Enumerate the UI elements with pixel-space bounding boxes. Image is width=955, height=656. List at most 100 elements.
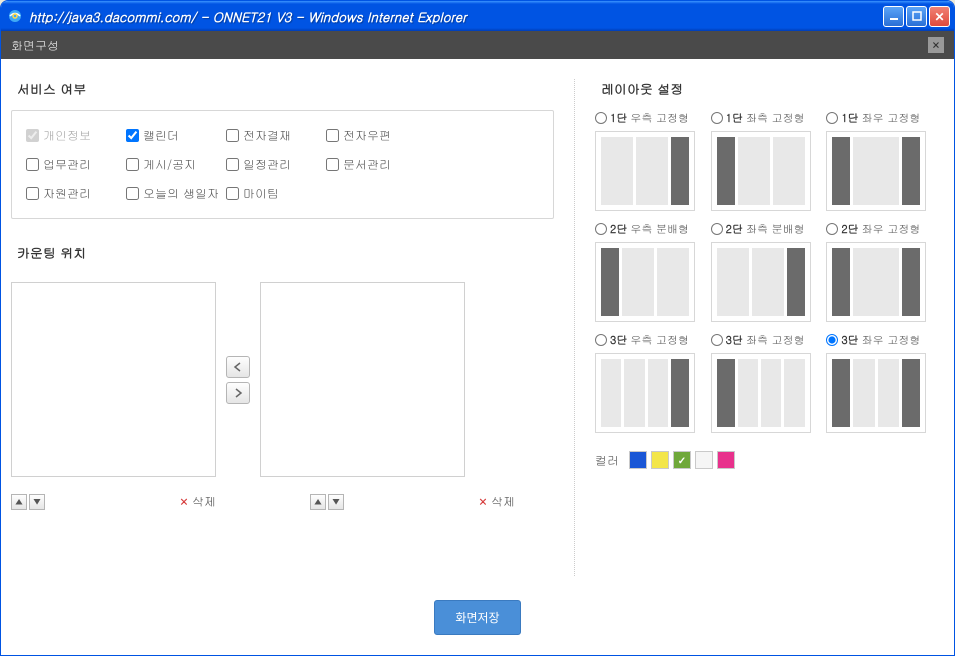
- layout-label-rest: 좌측 고정형: [746, 111, 805, 126]
- layout-radio[interactable]: [826, 112, 838, 124]
- layout-option[interactable]: 2단 좌우 고정형: [826, 221, 934, 322]
- layout-radio[interactable]: [595, 112, 607, 124]
- layout-label-bold: 1단: [726, 111, 743, 126]
- save-button[interactable]: 화면저장: [434, 600, 520, 635]
- service-checkbox[interactable]: [226, 129, 239, 142]
- layout-section-title: 레이아웃 설정: [595, 79, 934, 98]
- layout-label-rest: 우측 고정형: [630, 111, 689, 126]
- service-checkbox-item[interactable]: 개인정보: [26, 127, 126, 144]
- minimize-button[interactable]: [883, 6, 904, 27]
- layout-radio[interactable]: [826, 334, 838, 346]
- layout-label-rest: 우측 고정형: [630, 333, 689, 348]
- layout-preview: [711, 242, 811, 322]
- layout-label-bold: 3단: [610, 333, 627, 348]
- color-label: 컬러: [595, 452, 619, 469]
- service-label: 자원관리: [43, 185, 91, 202]
- service-checkbox[interactable]: [226, 187, 239, 200]
- service-label: 일정관리: [243, 156, 291, 173]
- service-label: 전자결재: [243, 127, 291, 144]
- layout-option[interactable]: 1단 좌측 고정형: [711, 110, 819, 211]
- maximize-button[interactable]: [906, 6, 927, 27]
- color-swatch[interactable]: [629, 451, 647, 469]
- service-checkbox[interactable]: [26, 158, 39, 171]
- layout-label-rest: 좌측 분배형: [746, 222, 805, 237]
- layout-label-rest: 우측 분배형: [630, 222, 689, 237]
- layout-radio[interactable]: [595, 223, 607, 235]
- left-move-down-button[interactable]: ▼: [29, 494, 45, 510]
- layout-label-bold: 2단: [841, 222, 858, 237]
- layout-radio[interactable]: [826, 223, 838, 235]
- counting-section-title: 카운팅 위치: [11, 243, 554, 262]
- service-checkbox[interactable]: [26, 187, 39, 200]
- service-checkbox[interactable]: [126, 129, 139, 142]
- layout-label-bold: 3단: [726, 333, 743, 348]
- service-checkbox[interactable]: [126, 187, 139, 200]
- delete-x-icon: ×: [179, 493, 189, 510]
- right-move-up-button[interactable]: ▲: [310, 494, 326, 510]
- service-checkbox-item[interactable]: 전자우편: [326, 127, 426, 144]
- ie-icon: [7, 8, 23, 24]
- right-move-down-button[interactable]: ▼: [328, 494, 344, 510]
- service-label: 게시/공지: [143, 156, 196, 173]
- left-move-up-button[interactable]: ▲: [11, 494, 27, 510]
- layout-option[interactable]: 1단 우측 고정형: [595, 110, 703, 211]
- delete-x-icon: ×: [478, 493, 488, 510]
- layout-radio[interactable]: [711, 112, 723, 124]
- layout-label-bold: 1단: [610, 111, 627, 126]
- move-left-button[interactable]: [226, 356, 250, 378]
- layout-option[interactable]: 1단 좌우 고정형: [826, 110, 934, 211]
- layout-preview: [826, 131, 926, 211]
- color-swatch[interactable]: [695, 451, 713, 469]
- service-checkbox[interactable]: [26, 129, 39, 142]
- counting-list-left[interactable]: [11, 282, 216, 477]
- service-checkbox-item[interactable]: 업무관리: [26, 156, 126, 173]
- service-checkbox[interactable]: [226, 158, 239, 171]
- layout-label-bold: 3단: [841, 333, 858, 348]
- window-title: http://java3.dacommi.com/ - ONNET21 V3 -…: [29, 7, 883, 26]
- service-label: 캘린더: [143, 127, 179, 144]
- layout-option[interactable]: 2단 우측 분배형: [595, 221, 703, 322]
- service-checkbox-item[interactable]: 전자결재: [226, 127, 326, 144]
- layout-option[interactable]: 3단 좌측 고정형: [711, 332, 819, 433]
- service-checkbox-item[interactable]: 캘린더: [126, 127, 226, 144]
- left-delete-button[interactable]: × 삭제: [179, 493, 216, 510]
- layout-label-rest: 좌우 고정형: [862, 222, 921, 237]
- service-box: 개인정보 캘린더 전자결재 전자우편업무관리 게시/공지 일정관리 문서관리자원관리 오늘의 …: [11, 110, 554, 219]
- service-checkbox[interactable]: [326, 158, 339, 171]
- layout-option[interactable]: 3단 우측 고정형: [595, 332, 703, 433]
- counting-list-right[interactable]: [260, 282, 465, 477]
- layout-label-rest: 좌우 고정형: [862, 333, 921, 348]
- layout-radio[interactable]: [711, 223, 723, 235]
- window-close-button[interactable]: ✕: [929, 6, 950, 27]
- layout-label-rest: 좌측 고정형: [746, 333, 805, 348]
- app-close-button[interactable]: ×: [928, 37, 944, 53]
- layout-preview: [595, 353, 695, 433]
- color-swatch[interactable]: [651, 451, 669, 469]
- layout-option[interactable]: 2단 좌측 분배형: [711, 221, 819, 322]
- move-right-button[interactable]: [226, 382, 250, 404]
- color-swatch[interactable]: ✓: [673, 451, 691, 469]
- service-checkbox-item[interactable]: 게시/공지: [126, 156, 226, 173]
- layout-preview: [711, 353, 811, 433]
- layout-label-bold: 2단: [726, 222, 743, 237]
- service-checkbox[interactable]: [326, 129, 339, 142]
- layout-preview: [711, 131, 811, 211]
- service-label: 문서관리: [343, 156, 391, 173]
- service-checkbox[interactable]: [126, 158, 139, 171]
- right-delete-button[interactable]: × 삭제: [478, 493, 515, 510]
- layout-option[interactable]: 3단 좌우 고정형: [826, 332, 934, 433]
- color-swatch[interactable]: [717, 451, 735, 469]
- service-checkbox-item[interactable]: 마이팀: [226, 185, 326, 202]
- service-checkbox-item[interactable]: 문서관리: [326, 156, 426, 173]
- service-section-title: 서비스 여부: [11, 79, 554, 98]
- service-checkbox-item[interactable]: 오늘의 생일자: [126, 185, 226, 202]
- layout-radio[interactable]: [595, 334, 607, 346]
- layout-radio[interactable]: [711, 334, 723, 346]
- layout-preview: [595, 242, 695, 322]
- layout-preview: [826, 353, 926, 433]
- service-checkbox-item[interactable]: 자원관리: [26, 185, 126, 202]
- layout-label-bold: 1단: [841, 111, 858, 126]
- app-title: 화면구성: [11, 37, 59, 54]
- service-checkbox-item[interactable]: 일정관리: [226, 156, 326, 173]
- app-header: 화면구성 ×: [1, 31, 954, 59]
